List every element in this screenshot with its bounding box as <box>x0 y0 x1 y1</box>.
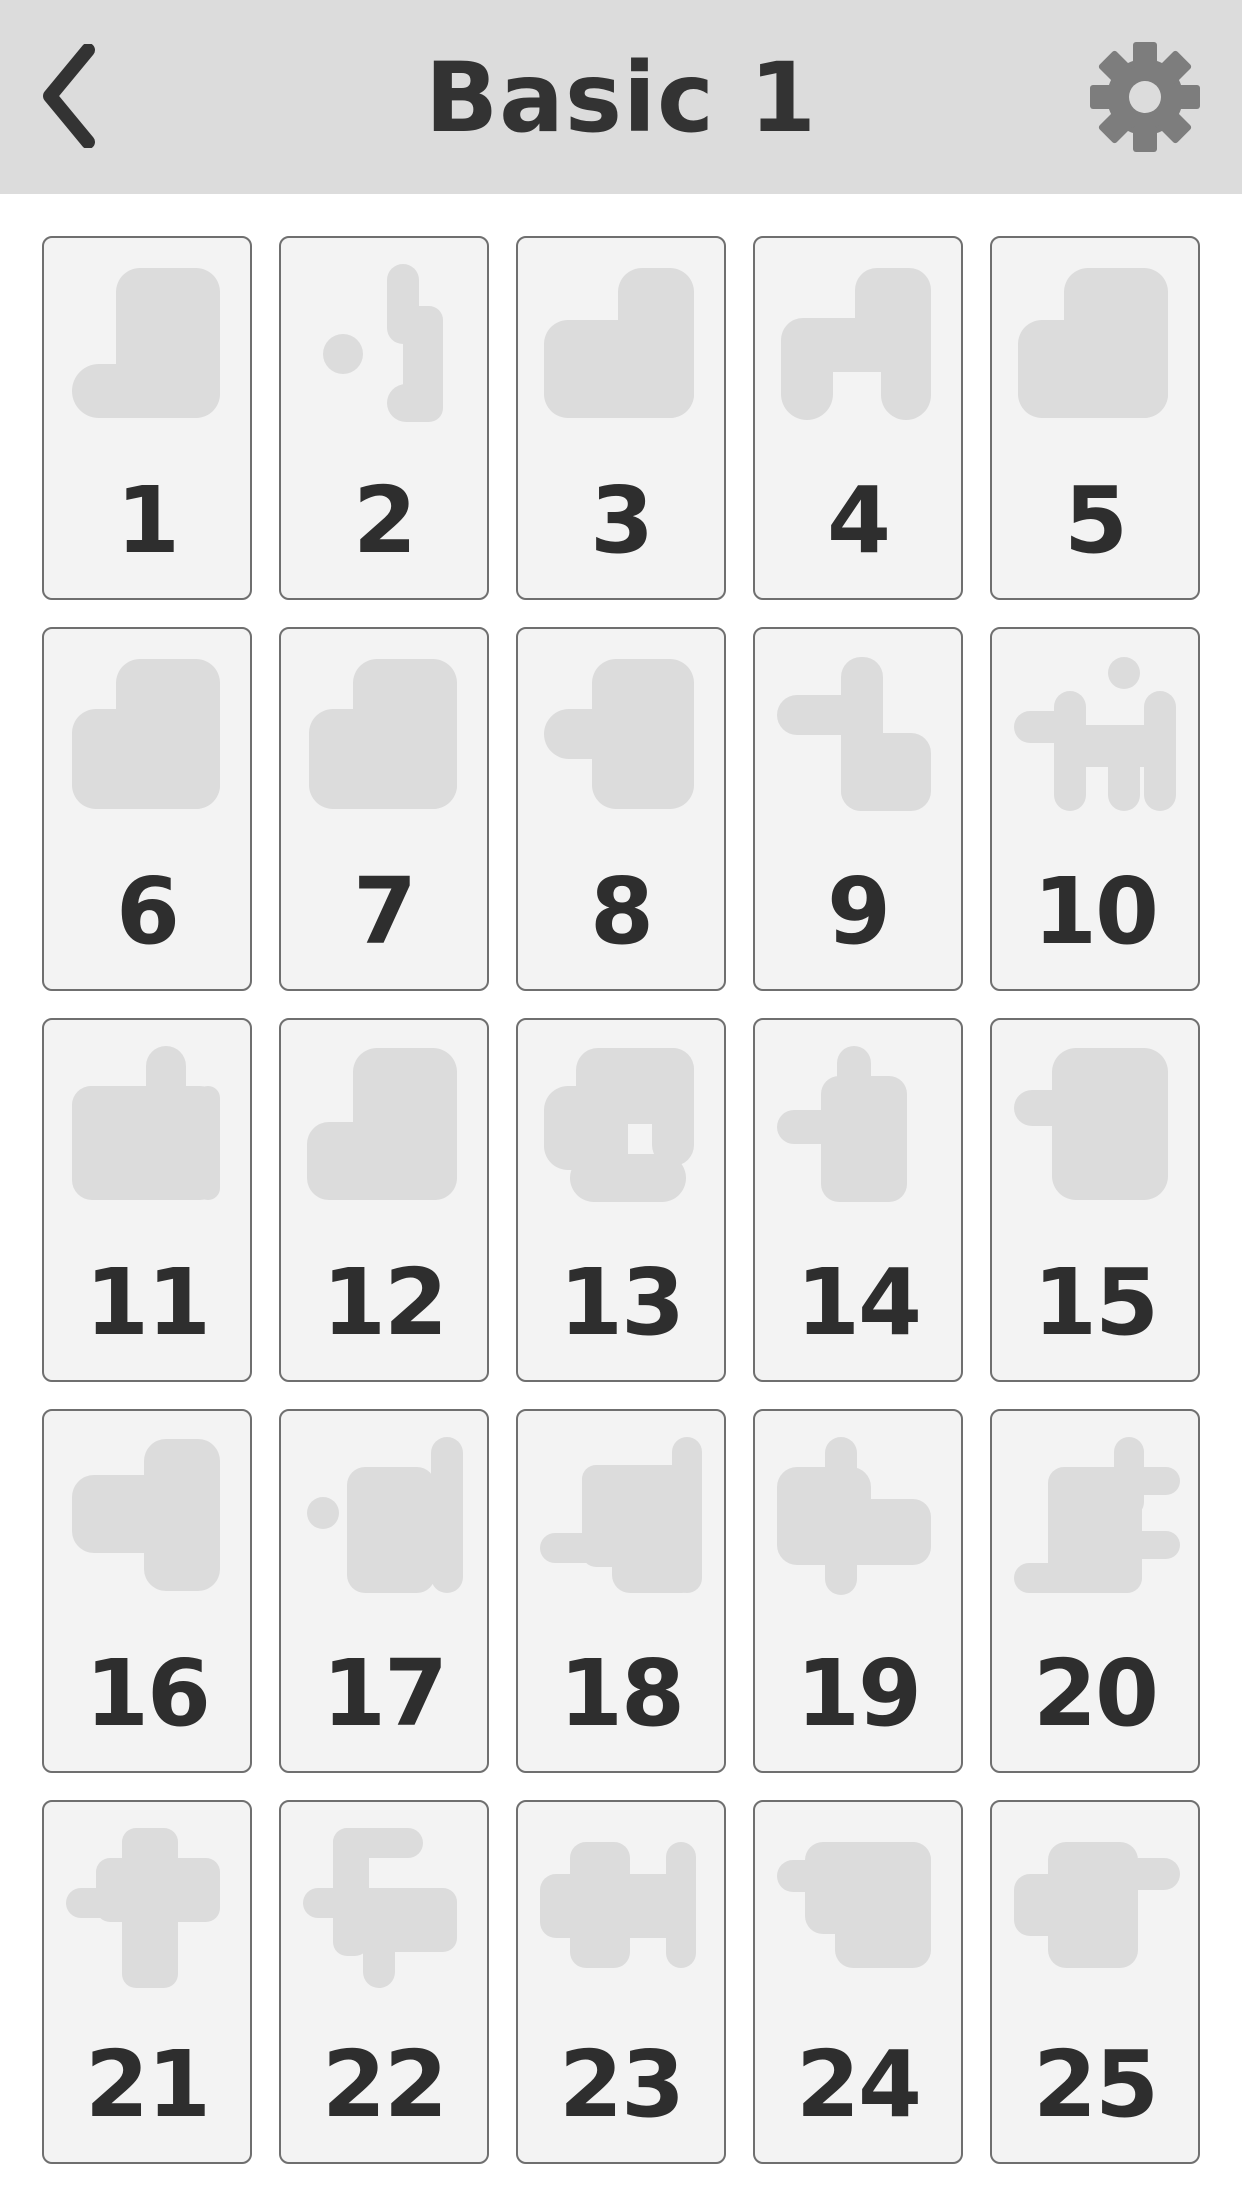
level-7-piece-icon <box>309 659 457 809</box>
level-5-piece-icon <box>1018 268 1168 418</box>
level-16-piece-icon <box>72 1439 220 1591</box>
level-card-19[interactable]: 19 <box>753 1409 963 1773</box>
level-17-piece-icon <box>307 1437 463 1593</box>
level-18-piece-icon <box>540 1437 702 1593</box>
level-number: 18 <box>558 1640 685 1747</box>
header-bar: Basic 1 <box>0 0 1242 194</box>
level-number: 8 <box>589 858 654 965</box>
level-14-piece-icon <box>777 1046 907 1202</box>
level-20-piece-icon <box>1014 1437 1180 1593</box>
level-8-piece-icon <box>544 659 694 809</box>
level-10-piece-icon <box>1014 657 1176 811</box>
level-number: 16 <box>84 1640 211 1747</box>
level-card-7[interactable]: 7 <box>279 627 489 991</box>
level-19-piece-icon <box>777 1437 931 1595</box>
level-1-piece-icon <box>72 268 220 418</box>
level-card-1[interactable]: 1 <box>42 236 252 600</box>
level-number: 20 <box>1032 1640 1159 1747</box>
level-card-4[interactable]: 4 <box>753 236 963 600</box>
level-grid: 1 2 3 4 5 6 7 8 9 10 11 12 13 14 15 16 1… <box>42 236 1200 2164</box>
level-card-15[interactable]: 15 <box>990 1018 1200 1382</box>
page-title: Basic 1 <box>424 42 818 154</box>
level-number: 14 <box>795 1249 922 1356</box>
level-card-16[interactable]: 16 <box>42 1409 252 1773</box>
level-card-14[interactable]: 14 <box>753 1018 963 1382</box>
level-2-piece-icon <box>323 264 443 422</box>
level-21-piece-icon <box>66 1828 220 1988</box>
level-card-10[interactable]: 10 <box>990 627 1200 991</box>
level-24-piece-icon <box>777 1842 931 1968</box>
level-card-2[interactable]: 2 <box>279 236 489 600</box>
level-card-23[interactable]: 23 <box>516 1800 726 2164</box>
level-number: 22 <box>321 2031 448 2138</box>
level-card-11[interactable]: 11 <box>42 1018 252 1382</box>
level-number: 3 <box>589 467 654 574</box>
level-number: 19 <box>795 1640 922 1747</box>
level-6-piece-icon <box>72 659 220 809</box>
level-card-5[interactable]: 5 <box>990 236 1200 600</box>
level-25-piece-icon <box>1014 1842 1180 1968</box>
level-number: 2 <box>352 467 417 574</box>
level-11-piece-icon <box>72 1046 220 1200</box>
level-number: 24 <box>795 2031 922 2138</box>
level-card-3[interactable]: 3 <box>516 236 726 600</box>
level-card-6[interactable]: 6 <box>42 627 252 991</box>
level-23-piece-icon <box>540 1842 696 1968</box>
level-number: 23 <box>558 2031 685 2138</box>
level-card-8[interactable]: 8 <box>516 627 726 991</box>
level-number: 6 <box>115 858 180 965</box>
level-number: 17 <box>321 1640 448 1747</box>
level-number: 11 <box>84 1249 211 1356</box>
level-card-21[interactable]: 21 <box>42 1800 252 2164</box>
level-9-piece-icon <box>777 657 931 811</box>
level-number: 9 <box>826 858 891 965</box>
gear-icon <box>1090 42 1200 152</box>
level-3-piece-icon <box>544 268 694 418</box>
level-card-20[interactable]: 20 <box>990 1409 1200 1773</box>
level-22-piece-icon <box>303 1828 457 1988</box>
level-number: 15 <box>1032 1249 1159 1356</box>
level-card-24[interactable]: 24 <box>753 1800 963 2164</box>
level-15-piece-icon <box>1014 1048 1168 1200</box>
level-card-13[interactable]: 13 <box>516 1018 726 1382</box>
level-number: 25 <box>1032 2031 1159 2138</box>
level-13-piece-icon <box>544 1048 694 1202</box>
level-number: 12 <box>321 1249 448 1356</box>
level-number: 1 <box>115 467 180 574</box>
level-number: 21 <box>84 2031 211 2138</box>
level-number: 7 <box>352 858 417 965</box>
level-12-piece-icon <box>307 1048 457 1200</box>
level-number: 13 <box>558 1249 685 1356</box>
level-card-17[interactable]: 17 <box>279 1409 489 1773</box>
level-4-piece-icon <box>781 268 931 420</box>
level-card-12[interactable]: 12 <box>279 1018 489 1382</box>
level-card-25[interactable]: 25 <box>990 1800 1200 2164</box>
settings-button[interactable] <box>1088 40 1202 154</box>
level-number: 10 <box>1032 858 1159 965</box>
level-card-18[interactable]: 18 <box>516 1409 726 1773</box>
level-card-22[interactable]: 22 <box>279 1800 489 2164</box>
level-card-9[interactable]: 9 <box>753 627 963 991</box>
level-number: 5 <box>1063 467 1128 574</box>
level-number: 4 <box>826 467 891 574</box>
